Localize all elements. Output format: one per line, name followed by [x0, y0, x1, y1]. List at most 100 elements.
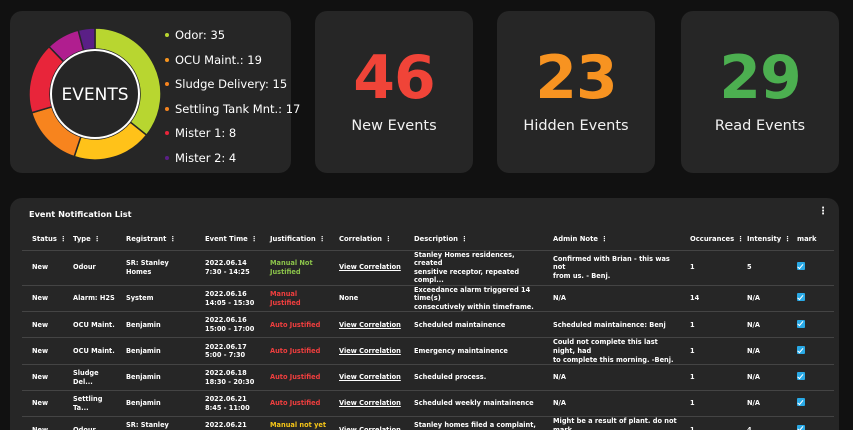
column-header-event-time[interactable]: Event Time ⋮ [195, 228, 260, 251]
table-row[interactable]: New OCU Maint. Benjamin 2022.06.17 5:00 - 7:… [22, 337, 834, 366]
column-menu-icon[interactable]: ⋮ [60, 235, 67, 243]
admin-note-text: from us. - Benj. [553, 271, 611, 280]
table-row[interactable]: New Sludge Del... Benjamin 2022.06.18 18:30 … [22, 364, 834, 392]
type-text: Odour [73, 425, 96, 430]
cell-justification: Manual Not Justified [260, 250, 329, 286]
event-notification-table: Status ⋮ Type ⋮ Registrant ⋮ Event Time ⋮ Justif… [22, 228, 834, 430]
column-header-admin-note[interactable]: Admin Note ⋮ [543, 228, 680, 251]
column-menu-icon[interactable]: ⋮ [601, 235, 608, 243]
view-correlation-link[interactable]: View Correlation [339, 399, 401, 407]
column-menu-icon[interactable]: ⋮ [385, 235, 392, 243]
column-header-label: Type [73, 234, 91, 243]
mark-checkbox[interactable] [797, 262, 805, 271]
column-header-description[interactable]: Description ⋮ [404, 228, 543, 251]
column-menu-icon[interactable]: ⋮ [784, 235, 791, 243]
cell-registrant: SR: Stanley Homes [116, 416, 195, 430]
event-time-text: 2022.06.18 [205, 369, 247, 378]
legend-item: Sludge Delivery: 15 [165, 72, 300, 97]
admin-note-text: Scheduled maintainence: Benj [553, 320, 666, 329]
column-header-occurances[interactable]: Occurances ⋮ [680, 228, 744, 251]
legend-label: Sludge Delivery: 15 [175, 77, 288, 92]
table-row[interactable]: New OCU Maint. Benjamin 2022.06.16 15:00 - 1… [22, 311, 834, 339]
column-menu-icon[interactable]: ⋮ [737, 235, 744, 243]
column-header-mark[interactable]: mark [787, 228, 834, 251]
intensity-text: N/A [747, 347, 761, 355]
cell-occurances: 1 [680, 311, 737, 339]
column-menu-icon[interactable]: ⋮ [94, 235, 101, 243]
legend-dot-icon [165, 131, 169, 136]
mark-checkbox[interactable] [797, 372, 805, 381]
column-menu-icon[interactable]: ⋮ [251, 235, 258, 243]
new-events-count: 46 [353, 43, 436, 113]
occurances-text: 14 [690, 294, 700, 303]
registrant-text: Benjamin [126, 347, 161, 355]
cell-description: Exceedance alarm triggered 14 time(s) con… [404, 285, 543, 313]
cell-status: New [22, 337, 63, 366]
status-text: New [32, 425, 49, 430]
cell-event-time: 2022.06.16 14:05 - 15:30 [195, 285, 260, 313]
event-time-text: 7:30 - 14:25 [205, 267, 250, 276]
column-header-type[interactable]: Type ⋮ [63, 228, 116, 251]
column-menu-icon[interactable]: ⋮ [461, 235, 468, 243]
justification-text: Justified [270, 267, 301, 276]
read-events-card[interactable]: 29 Read Events [681, 11, 839, 173]
event-time-text: 2022.06.17 [205, 342, 247, 351]
admin-note-text: to complete this morning. -Benj. [553, 355, 674, 364]
hidden-events-card[interactable]: 23 Hidden Events [497, 11, 655, 173]
read-events-label: Read Events [714, 118, 806, 134]
column-header-correlation[interactable]: Correlation ⋮ [329, 228, 404, 251]
events-donut-chart: EVENTS [28, 27, 162, 161]
table-row[interactable]: New Odour SR: Stanley Homes 2022.06.14 7:30 … [22, 250, 834, 286]
status-text: New [32, 320, 49, 329]
view-correlation-link[interactable]: View Correlation [339, 321, 401, 329]
mark-checkbox[interactable] [797, 424, 805, 430]
view-correlation-link[interactable]: View Correlation [339, 263, 401, 271]
cell-mark [787, 364, 834, 392]
legend-dot-icon [165, 57, 169, 62]
view-correlation-link[interactable]: View Correlation [339, 347, 401, 355]
view-correlation-link[interactable]: View Correlation [339, 426, 401, 430]
column-header-intensity[interactable]: Intensity ⋮ [737, 228, 791, 251]
cell-mark [787, 285, 834, 313]
table-row[interactable]: New Odour SR: Stanley Homes 2022.06.219:30 … [22, 416, 834, 430]
new-events-card[interactable]: 46 New Events [315, 11, 473, 173]
cell-justification: Auto Justified [260, 390, 329, 418]
cell-event-time: 2022.06.21 8:45 - 11:00 [195, 390, 260, 418]
table-row[interactable]: New Alarm: H2S System 2022.06.16 14:05 - 15:… [22, 285, 834, 313]
column-menu-icon[interactable]: ⋮ [169, 235, 176, 243]
cell-occurances: 14 [680, 285, 737, 313]
kebab-menu-icon[interactable]: ⋮ [818, 206, 828, 217]
cell-correlation: View Correlation [329, 337, 404, 366]
column-header-registrant[interactable]: Registrant ⋮ [116, 228, 195, 251]
cell-event-time: 2022.06.219:30 - 14:25 [195, 416, 260, 430]
view-correlation-link[interactable]: View Correlation [339, 373, 401, 381]
event-time-text: 2022.06.14 [205, 259, 247, 268]
column-menu-icon[interactable]: ⋮ [319, 235, 326, 243]
type-text: Sludge Del... [73, 369, 99, 386]
status-text: New [32, 373, 49, 382]
cell-status: New [22, 364, 63, 392]
mark-checkbox[interactable] [797, 398, 805, 407]
cell-admin-note: Could not complete this last night, had t… [543, 337, 680, 366]
cell-mark [787, 337, 834, 366]
cell-intensity: N/A [737, 311, 787, 339]
column-header-justification[interactable]: Justification ⋮ [260, 228, 329, 251]
table-row[interactable]: New Settling Ta... Benjamin 2022.06.21 8:45 … [22, 390, 834, 418]
legend-label: Mister 1: 8 [175, 126, 237, 141]
legend-item: OCU Maint.: 19 [165, 48, 300, 73]
registrant-text: System [126, 294, 154, 303]
mark-checkbox[interactable] [797, 293, 805, 302]
mark-checkbox[interactable] [797, 319, 805, 328]
column-header-label: Justification [270, 234, 316, 243]
event-time-text: 8:45 - 11:00 [205, 403, 250, 412]
registrant-text: SR: Stanley Homes [126, 421, 169, 430]
mark-checkbox[interactable] [797, 346, 805, 354]
table-title: Event Notification List [29, 209, 132, 219]
justification-text: Auto Justified [270, 399, 321, 408]
cell-intensity: N/A [737, 285, 787, 313]
column-header-status[interactable]: Status ⋮ [22, 228, 67, 251]
cell-event-time: 2022.06.18 18:30 - 20:30 [195, 364, 260, 392]
cell-registrant: SR: Stanley Homes [116, 250, 195, 286]
cell-event-time: 2022.06.17 5:00 - 7:30 [195, 337, 260, 366]
justification-text: Auto Justified [270, 320, 321, 329]
